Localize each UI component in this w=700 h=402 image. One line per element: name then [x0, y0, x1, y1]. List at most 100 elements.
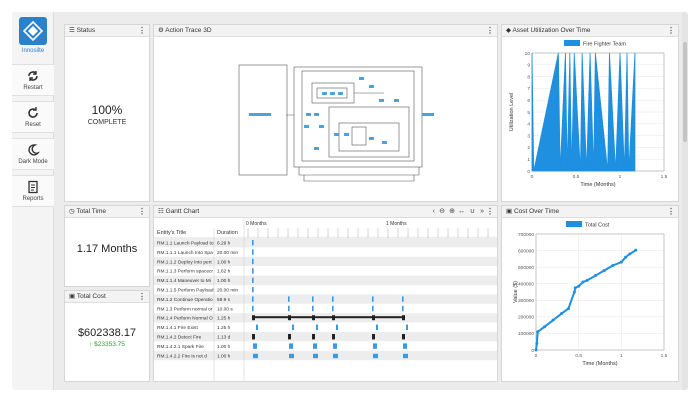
gantt-milestone — [252, 268, 254, 274]
gantt-chart[interactable]: Entity's Title Duration 0 Months 1 Months RM… — [154, 218, 497, 382]
panel-title: Action Trace 3D — [165, 27, 212, 34]
y-tick-label: 200000 — [518, 315, 534, 321]
panel-menu-icon[interactable]: ⋮ — [138, 206, 146, 218]
dark-mode-button[interactable]: Dark Mode — [12, 138, 54, 170]
panel-menu-icon[interactable]: ⋮ — [667, 25, 675, 37]
gantt-task-bar — [372, 334, 375, 340]
reset-button[interactable]: Reset — [12, 101, 54, 133]
panel-menu-icon[interactable]: ⋮ — [138, 25, 146, 37]
panel-menu-icon[interactable]: ⋮ — [667, 206, 675, 218]
gantt-milestone — [373, 343, 377, 349]
data-point — [619, 260, 623, 264]
gantt-task-title: RM.1.4.2.1 Spark Fire — [157, 344, 204, 350]
gantt-milestone — [252, 249, 254, 255]
gantt-task-duration: 59.9 s — [217, 297, 231, 303]
gantt-col-title: Entity's Title — [157, 230, 186, 236]
legend-label: Total Cost — [585, 223, 610, 229]
gantt-milestone — [252, 240, 254, 246]
gantt-task-title: RM.1.1.4 Maneuver to Mi — [157, 278, 211, 284]
gantt-task-duration: 10.00 s — [217, 306, 233, 312]
gantt-milestone — [316, 324, 318, 330]
total-time-panel: ◷ Total Time ⋮ 1.17 Months — [64, 205, 150, 287]
y-tick-label: 300000 — [518, 298, 534, 304]
gantt-task-bar — [288, 334, 291, 340]
x-axis-label: Time (Months) — [582, 361, 617, 367]
gantt-month-label: 0 Months — [246, 221, 267, 227]
x-tick-label: 1 — [620, 353, 623, 359]
gantt-task-title: RM.1.1.3 Perform spacecr — [157, 269, 213, 275]
gantt-panel: ☷ Gantt Chart ‹ ⊖ ⊕ ↔ ∪ » ⋮ Entity's Tit… — [153, 205, 498, 382]
data-point — [634, 248, 638, 252]
gantt-task-duration: 1.62 h — [217, 269, 231, 275]
panel-menu-icon[interactable]: ⋮ — [486, 25, 494, 37]
panel-menu-icon[interactable]: ⋮ — [138, 291, 146, 303]
data-point — [551, 318, 555, 322]
y-tick-label: 9 — [527, 63, 530, 69]
zoom-out-icon[interactable]: ⊖ — [439, 206, 445, 218]
panel-title: Total Cost — [76, 293, 106, 300]
reports-button[interactable]: Reports — [12, 175, 54, 207]
sidebar: Innosilte Restart Reset Dark Mode Report… — [12, 12, 54, 390]
gantt-task-duration: 6.29 h — [217, 241, 231, 247]
legend-label: Fire Fighter Team — [583, 42, 626, 48]
x-tick-label: 1 — [619, 174, 622, 180]
y-axis-label: Utilization Level — [509, 93, 515, 132]
fit-icon[interactable]: ↔ — [458, 206, 465, 218]
gantt-milestone — [313, 343, 317, 349]
x-tick-label: 0.5 — [573, 174, 580, 180]
data-point — [602, 268, 606, 272]
panel-menu-icon[interactable]: ⋮ — [486, 206, 494, 218]
data-point — [536, 330, 540, 334]
data-point — [628, 252, 632, 256]
y-tick-label: 700000 — [518, 232, 534, 238]
x-tick-label: 1.5 — [661, 174, 668, 180]
panel-title: Cost Over Time — [513, 208, 560, 215]
gantt-milestone — [256, 324, 258, 330]
cost-panel: ▣ Cost Over Time ⋮ Total Cost 0 100000 20000… — [501, 205, 679, 382]
y-tick-label: 400000 — [518, 282, 534, 288]
action-trace-diagram[interactable] — [154, 37, 497, 201]
gantt-milestone — [376, 324, 378, 330]
gantt-milestone — [313, 353, 318, 359]
x-axis-label: Time (Months) — [580, 182, 615, 188]
page-scrollbar[interactable] — [682, 12, 688, 390]
restart-icon — [28, 71, 38, 81]
gantt-milestone — [402, 305, 404, 312]
cost-icon: ▣ — [506, 208, 514, 215]
gantt-bar-end — [402, 315, 405, 321]
gantt-milestone — [373, 353, 378, 359]
restart-button[interactable]: Restart — [12, 64, 54, 96]
gantt-milestone — [372, 296, 374, 302]
table-row — [154, 332, 497, 342]
gantt-milestone — [289, 353, 294, 359]
y-tick-label: 6 — [527, 98, 530, 104]
gantt-task-duration: 1.00 h — [217, 353, 231, 359]
y-tick-label: 4 — [527, 122, 530, 128]
gantt-milestone — [253, 353, 258, 359]
gantt-month-label: 1 Months — [386, 221, 407, 227]
series-area — [531, 52, 636, 172]
gantt-task-bar — [252, 334, 255, 340]
magnet-icon[interactable]: ∪ — [470, 206, 475, 218]
gantt-task-bar — [312, 334, 315, 340]
gantt-milestone — [336, 324, 338, 330]
gantt-milestone — [252, 296, 254, 302]
cost-chart[interactable]: Total Cost 0 100000 200000 300000 400000 50000… — [502, 218, 678, 381]
utilization-chart[interactable]: Fire Fighter Team 0 1 2 3 4 5 6 7 8 9 10 0 0.5 1 1.5 Tim… — [502, 37, 678, 201]
data-point — [560, 312, 564, 316]
zoom-in-icon[interactable]: ⊕ — [449, 206, 455, 218]
gantt-milestone — [292, 324, 294, 330]
list-icon: ☰ — [69, 27, 77, 34]
next-icon[interactable]: » — [480, 206, 484, 218]
gantt-milestone — [372, 305, 374, 312]
gantt-milestone — [403, 353, 408, 359]
app-logo[interactable] — [19, 17, 47, 45]
gantt-task-duration: 1.00 h — [217, 259, 231, 265]
reset-icon — [28, 107, 38, 118]
gantt-milestone — [332, 305, 334, 312]
scrollbar-thumb[interactable] — [683, 42, 687, 142]
prev-icon[interactable]: ‹ — [433, 206, 435, 218]
table-row — [154, 322, 497, 332]
data-point — [535, 341, 539, 345]
gantt-task-duration: 20.00 min — [217, 250, 238, 256]
